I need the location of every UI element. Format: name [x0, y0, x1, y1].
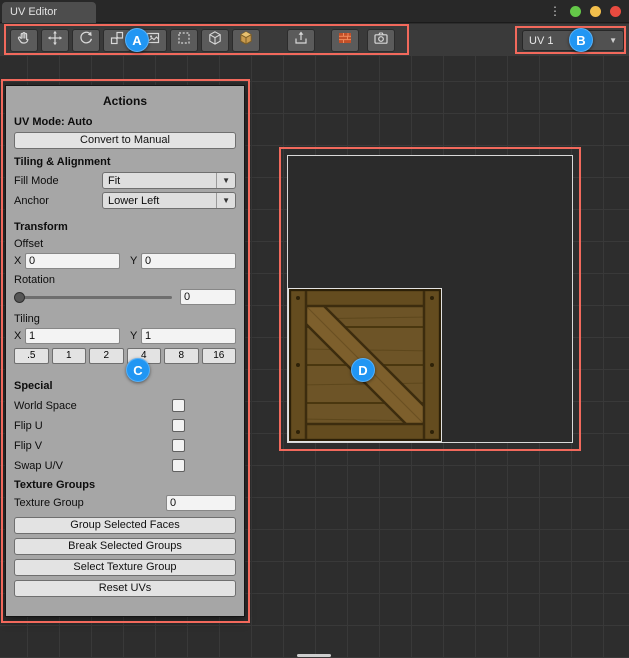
group-selected-faces-button[interactable]: Group Selected Faces	[14, 517, 236, 534]
tiling-preset-button[interactable]: 16	[202, 348, 237, 364]
scale-icon	[109, 30, 125, 51]
texture-group-field[interactable]	[166, 495, 236, 511]
tiling-y-field[interactable]	[141, 328, 236, 344]
flip-v-checkbox[interactable]	[172, 439, 185, 452]
tiling-preset-button[interactable]: 1	[52, 348, 87, 364]
rotation-slider-knob[interactable]	[14, 292, 25, 303]
tab-title: UV Editor	[10, 6, 57, 18]
window-controls: ⋮	[549, 5, 621, 17]
move-arrows-icon	[47, 30, 63, 51]
camera-icon	[373, 30, 389, 51]
tiling-preset-button[interactable]: 8	[164, 348, 199, 364]
break-selected-groups-button[interactable]: Break Selected Groups	[14, 538, 236, 555]
flip-v-label: Flip V	[14, 440, 172, 452]
tiling-label: Tiling	[14, 313, 236, 325]
tiling-preset-button[interactable]: 2	[89, 348, 124, 364]
tiling-x-field[interactable]	[25, 328, 120, 344]
rotation-field[interactable]	[180, 289, 236, 305]
offset-x-field[interactable]	[25, 253, 120, 269]
offset-y-field[interactable]	[141, 253, 236, 269]
cube-solid-tool-button[interactable]	[232, 29, 260, 52]
pan-hand-icon	[16, 30, 32, 51]
export-arrow-icon	[293, 30, 309, 51]
uv-mode-label: UV Mode: Auto	[14, 116, 236, 128]
chevron-down-icon: ▼	[216, 193, 230, 208]
rotate-icon	[78, 30, 94, 51]
world-space-label: World Space	[14, 400, 172, 412]
actions-panel: Actions UV Mode: Auto Convert to Manual …	[5, 85, 245, 617]
annotation-badge-d: D	[351, 358, 375, 382]
anchor-value: Lower Left	[108, 195, 159, 207]
marquee-select-tool-button[interactable]	[170, 29, 198, 52]
save-uv-image-button[interactable]	[287, 29, 315, 52]
annotation-badge-c: C	[126, 358, 150, 382]
special-header: Special	[14, 380, 236, 392]
panel-title: Actions	[14, 94, 236, 108]
pan-tool-button[interactable]	[10, 29, 38, 52]
swap-uv-checkbox[interactable]	[172, 459, 185, 472]
annotation-badge-a: A	[125, 28, 149, 52]
titlebar: UV Editor ⋮	[0, 0, 629, 23]
fill-mode-value: Fit	[108, 175, 120, 187]
rotate-tool-button[interactable]	[72, 29, 100, 52]
horizontal-scrollbar[interactable]	[297, 654, 331, 657]
world-space-checkbox[interactable]	[172, 399, 185, 412]
offset-label: Offset	[14, 238, 236, 250]
offset-y-label: Y	[130, 255, 141, 267]
uv-channel-value: UV 1	[529, 35, 553, 47]
tiling-y-label: Y	[130, 330, 141, 342]
transform-header: Transform	[14, 221, 236, 233]
rotation-label: Rotation	[14, 274, 236, 286]
rotation-slider[interactable]	[14, 296, 172, 299]
cube-wireframe-icon	[207, 30, 223, 51]
kebab-menu-icon[interactable]: ⋮	[549, 5, 561, 17]
window-button-yellow[interactable]	[590, 6, 601, 17]
texture-preview-toggle[interactable]	[331, 29, 359, 52]
cube-wireframe-tool-button[interactable]	[201, 29, 229, 52]
bricks-texture-icon	[337, 30, 353, 51]
anchor-dropdown[interactable]: Lower Left ▼	[102, 192, 236, 209]
tiling-x-label: X	[14, 330, 25, 342]
reset-uvs-button[interactable]: Reset UVs	[14, 580, 236, 597]
chevron-down-icon: ▼	[609, 36, 617, 45]
texture-groups-header: Texture Groups	[14, 479, 236, 491]
marquee-select-icon	[176, 30, 192, 51]
offset-x-label: X	[14, 255, 25, 267]
select-texture-group-button[interactable]: Select Texture Group	[14, 559, 236, 576]
window-button-red[interactable]	[610, 6, 621, 17]
convert-to-manual-button[interactable]: Convert to Manual	[14, 132, 236, 149]
screenshot-button[interactable]	[367, 29, 395, 52]
tiling-alignment-header: Tiling & Alignment	[14, 156, 236, 168]
annotation-badge-b: B	[569, 28, 593, 52]
uv-bounds-rect	[287, 155, 573, 443]
tiling-preset-button[interactable]: .5	[14, 348, 49, 364]
swap-uv-label: Swap U/V	[14, 460, 172, 472]
fill-mode-label: Fill Mode	[14, 175, 102, 187]
window-button-green[interactable]	[570, 6, 581, 17]
uv-editor-tab[interactable]: UV Editor	[2, 2, 96, 23]
toolbar	[10, 29, 395, 52]
move-tool-button[interactable]	[41, 29, 69, 52]
cube-solid-icon	[238, 30, 254, 51]
flip-u-label: Flip U	[14, 420, 172, 432]
anchor-label: Anchor	[14, 195, 102, 207]
texture-group-label: Texture Group	[14, 497, 166, 509]
flip-u-checkbox[interactable]	[172, 419, 185, 432]
tiling-presets: .5 1 2 4 8 16	[14, 348, 236, 364]
chevron-down-icon: ▼	[216, 173, 230, 188]
fill-mode-dropdown[interactable]: Fit ▼	[102, 172, 236, 189]
